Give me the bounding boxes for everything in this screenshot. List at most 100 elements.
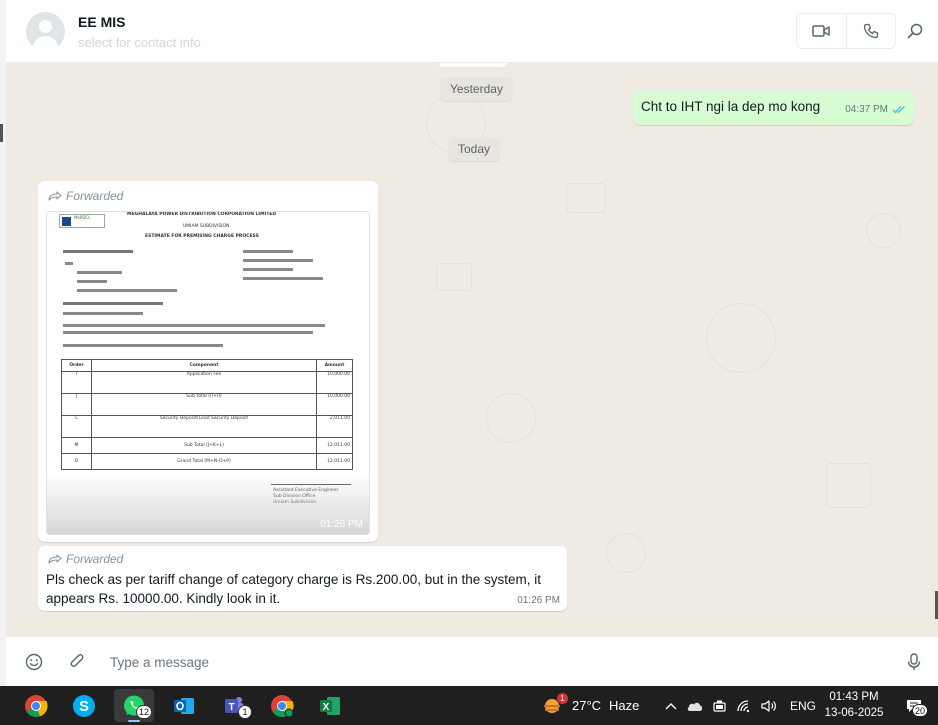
date-divider-label: Today — [458, 142, 491, 156]
excel-icon: X — [320, 696, 340, 715]
table-row: M Sub Total (J+K+L) 12,011.00 — [61, 436, 353, 454]
table-cell: L — [61, 414, 92, 438]
company-logo: MePDCL — [59, 214, 105, 228]
message-meta: 01:26 PM — [517, 595, 560, 606]
date-divider-yesterday: Yesterday — [440, 77, 513, 101]
message-input[interactable] — [110, 649, 890, 675]
avatar-head — [39, 20, 52, 33]
chevron-up-icon[interactable] — [664, 701, 678, 711]
clock-date: 13-06-2025 — [824, 707, 884, 719]
read-ticks-icon — [892, 105, 905, 114]
forwarded-text: Forwarded — [66, 552, 124, 566]
chrome-icon — [25, 694, 48, 717]
svg-text:T: T — [228, 702, 234, 713]
notification-center-button[interactable]: 20 — [898, 693, 930, 719]
forward-arrow-icon — [48, 554, 62, 564]
svg-text:X: X — [323, 702, 330, 713]
table-cell: 10,000.00 — [316, 370, 353, 394]
forwarded-label: Forwarded — [48, 189, 123, 203]
avatar[interactable] — [26, 12, 65, 51]
weather-icon: 1 — [542, 692, 568, 716]
notification-count-badge: 20 — [911, 704, 928, 717]
forward-arrow-icon — [48, 191, 62, 201]
system-tray: ENG — [664, 692, 816, 719]
doc-text-line — [63, 250, 133, 253]
phone-icon — [863, 23, 878, 39]
clock-time: 01:43 PM — [829, 691, 879, 703]
wallpaper-doodle — [566, 183, 606, 213]
doc-text-line — [63, 344, 223, 347]
taskbar-app-chrome-profile[interactable] — [262, 689, 302, 722]
estimate-table: Order Component Amount I Application Fee… — [61, 359, 353, 470]
table-header-cell: Component — [91, 359, 317, 372]
table-cell: Security Deposit(Load Security Deposit — [91, 414, 317, 438]
voice-message-button[interactable] — [903, 651, 925, 673]
svg-text:S: S — [79, 698, 89, 715]
table-cell: Sub Total (I)+(I) — [91, 392, 317, 416]
taskbar-app-whatsapp[interactable]: 12 — [114, 689, 154, 722]
table-cell: M — [61, 436, 92, 454]
attach-button[interactable] — [66, 651, 88, 673]
message-meta: 04:37 PM — [845, 104, 906, 115]
skype-icon: S — [73, 694, 95, 717]
edge-indicator — [0, 124, 3, 142]
contact-name[interactable]: EE MIS — [78, 14, 125, 30]
doc-org-name: MEGHALAYA POWER DISTRIBUTION CORPORATION… — [127, 212, 277, 217]
wallpaper-doodle — [866, 213, 901, 248]
table-cell: 10,000.00 — [316, 392, 353, 416]
doc-text-line — [65, 262, 73, 265]
table-cell: Sub Total (J+K+L) — [91, 436, 317, 454]
message-line: appears Rs. 10000.00. Kindly look in it. — [46, 591, 281, 606]
call-button-group — [796, 13, 896, 49]
wallpaper-doodle — [436, 263, 472, 291]
voice-call-button[interactable] — [845, 14, 896, 48]
table-row: J Sub Total (I)+(I) 10,000.00 — [61, 392, 353, 416]
taskbar-clock[interactable]: 01:43 PM 13-06-2025 — [812, 689, 896, 721]
wifi-icon[interactable] — [736, 699, 752, 713]
weather-widget[interactable]: 1 27°C Haze — [542, 692, 639, 719]
weather-temperature: 27°C — [572, 698, 602, 713]
emoji-icon — [25, 653, 43, 671]
date-divider-today: Today — [448, 137, 501, 161]
doc-text-line — [243, 268, 293, 271]
previous-date-pill — [438, 63, 508, 67]
date-divider-label: Yesterday — [450, 82, 503, 96]
table-cell: O — [61, 452, 92, 470]
microphone-icon — [907, 653, 921, 670]
battery-icon[interactable] — [712, 699, 728, 713]
doc-text-line — [243, 259, 313, 262]
contact-subtitle[interactable]: select for contact info — [78, 35, 201, 50]
taskbar-app-excel[interactable]: X — [310, 689, 350, 722]
taskbar-app-skype[interactable]: S — [64, 689, 104, 722]
chat-header[interactable]: EE MIS select for contact info — [6, 0, 938, 63]
table-row: I Application Fee 10,000.00 — [61, 370, 353, 394]
windows-taskbar: S 12 T 1 X 1 27°C Haze ENG 01:43 PM 13-0… — [0, 686, 938, 725]
taskbar-app-outlook[interactable] — [164, 689, 204, 722]
doc-text-line — [63, 331, 313, 334]
taskbar-app-chrome[interactable] — [16, 689, 56, 722]
onedrive-cloud-icon[interactable] — [686, 700, 704, 712]
video-call-button[interactable] — [797, 14, 846, 48]
document-image[interactable]: MePDCL MEGHALAYA POWER DISTRIBUTION CORP… — [46, 211, 370, 535]
search-button[interactable] — [904, 20, 926, 42]
avatar-body — [33, 36, 58, 51]
wallpaper-doodle — [486, 393, 536, 443]
table-header-cell: Order — [61, 359, 92, 372]
doc-text-line — [63, 324, 325, 327]
incoming-message[interactable]: Forwarded Pls check as per tariff change… — [38, 546, 567, 611]
volume-icon[interactable] — [760, 699, 778, 713]
message-time: 01:26 PM — [517, 595, 560, 606]
emoji-button[interactable] — [23, 651, 45, 673]
doc-title: ESTIMATE FOR PREMISING CHARGE PROCESS — [145, 234, 259, 239]
teams-unread-badge: 1 — [238, 705, 252, 719]
doc-text-line — [63, 302, 163, 305]
message-list[interactable]: Yesterday Cht to IHT ngi la dep mo kong … — [6, 63, 938, 636]
paperclip-icon — [70, 654, 84, 667]
whatsapp-unread-badge: 12 — [135, 705, 152, 719]
wallpaper-doodle — [706, 303, 776, 373]
outgoing-message[interactable]: Cht to IHT ngi la dep mo kong 04:37 PM — [633, 91, 914, 125]
incoming-image-message[interactable]: Forwarded MePDCL MEGHALAYA POWER DISTRIB… — [38, 181, 378, 542]
table-cell: Grand Total (M+N-O+P) — [91, 452, 317, 470]
outlook-icon — [174, 697, 194, 714]
taskbar-app-teams[interactable]: T 1 — [214, 689, 254, 722]
